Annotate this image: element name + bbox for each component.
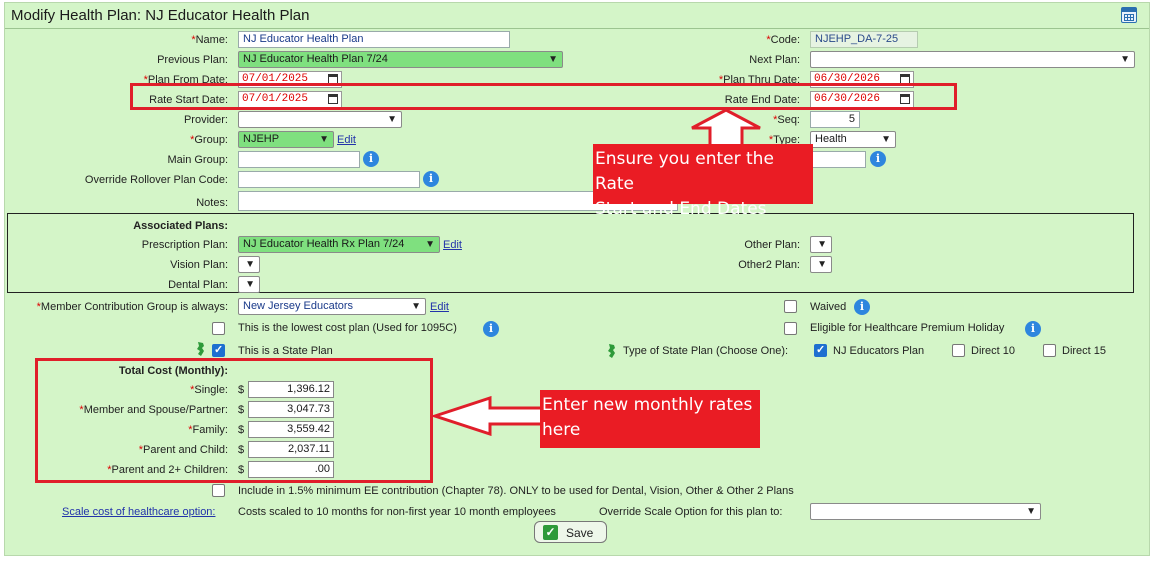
calendar-icon[interactable] [1121, 7, 1137, 23]
next-plan-label: Next Plan: [749, 54, 800, 66]
premium-holiday-checkbox[interactable] [784, 322, 797, 335]
override-rollover-label: Override Rollover Plan Code: [84, 174, 228, 186]
previous-plan-value: NJ Educator Health Plan 7/24 [243, 53, 388, 65]
nj-educators-checkbox[interactable] [814, 343, 827, 357]
member-contribution-value: New Jersey Educators [243, 300, 354, 312]
left-arrow-annotation [432, 396, 544, 436]
new-jersey-icon [608, 344, 615, 358]
main-group-label: Main Group: [167, 154, 228, 166]
waived-label: Waived [810, 301, 847, 313]
rate-callout-line2: Start and End Dates [595, 199, 767, 219]
main-group-input[interactable] [238, 151, 360, 168]
prescription-plan-value: NJ Educator Health Rx Plan 7/24 [243, 238, 405, 250]
nj-educators-label: NJ Educators Plan [833, 345, 925, 357]
info-icon[interactable]: i [854, 299, 870, 315]
min-ee-checkbox[interactable] [212, 484, 225, 497]
other2-plan-select[interactable]: ▼ [810, 256, 832, 273]
rate-callout-line1: Ensure you enter the Rate [595, 149, 774, 194]
prescription-plan-select[interactable]: NJ Educator Health Rx Plan 7/24 ▼ [238, 236, 440, 253]
chevron-down-icon: ▼ [245, 279, 255, 290]
chevron-down-icon: ▼ [319, 134, 329, 145]
group-label: *Group: [190, 134, 228, 146]
info-icon[interactable]: i [363, 151, 379, 167]
save-button[interactable]: ✓ Save [534, 521, 607, 543]
dental-plan-label: Dental Plan: [168, 279, 228, 291]
new-jersey-icon [197, 342, 204, 356]
previous-plan-label: Previous Plan: [157, 54, 228, 66]
prescription-edit-link[interactable]: Edit [443, 239, 462, 251]
chevron-down-icon: ▼ [817, 239, 827, 250]
seq-input[interactable]: 5 [810, 111, 860, 128]
override-scale-select[interactable]: ▼ [810, 503, 1041, 520]
vision-plan-select[interactable]: ▼ [238, 256, 260, 273]
other-plan-select[interactable]: ▼ [810, 236, 832, 253]
scale-cost-link[interactable]: Scale cost of healthcare option: [62, 506, 215, 518]
monthly-rates-callout: Enter new monthly rates here [540, 390, 760, 448]
type-value: Health [815, 133, 847, 145]
provider-select[interactable]: ▼ [238, 111, 402, 128]
state-plan-label: This is a State Plan [238, 345, 333, 357]
provider-label: Provider: [183, 114, 228, 126]
name-label: *Name: [191, 34, 228, 46]
chevron-down-icon: ▼ [817, 259, 827, 270]
title-bar: Modify Health Plan: NJ Educator Health P… [5, 3, 1149, 29]
group-edit-link[interactable]: Edit [337, 134, 356, 146]
code-label: *Code: [766, 34, 800, 46]
save-button-label: Save [566, 526, 594, 540]
hidden-field-input[interactable] [810, 151, 866, 168]
chevron-down-icon: ▼ [411, 301, 421, 312]
min-ee-label: Include in 1.5% minimum EE contribution … [238, 485, 794, 497]
info-icon[interactable]: i [1025, 321, 1041, 337]
member-contribution-edit-link[interactable]: Edit [430, 301, 449, 313]
prescription-plan-label: Prescription Plan: [141, 239, 228, 251]
member-contribution-label: *Member Contribution Group is always: [36, 301, 228, 313]
code-field[interactable]: NJEHP_DA-7-25 [810, 31, 918, 48]
group-value: NJEHP [243, 133, 280, 145]
rate-dates-callout: Ensure you enter the Rate Start and End … [593, 144, 813, 219]
other-plan-label: Other Plan: [744, 239, 800, 251]
other2-plan-label: Other2 Plan: [738, 259, 800, 271]
override-rollover-input[interactable] [238, 171, 420, 188]
next-plan-select[interactable]: ▼ [810, 51, 1135, 68]
waived-checkbox[interactable] [784, 300, 797, 313]
chevron-down-icon: ▼ [245, 259, 255, 270]
checkmark-icon: ✓ [543, 525, 558, 540]
premium-holiday-label: Eligible for Healthcare Premium Holiday [810, 322, 1005, 334]
previous-plan-select[interactable]: NJ Educator Health Plan 7/24 ▼ [238, 51, 563, 68]
member-contribution-select[interactable]: New Jersey Educators ▼ [238, 298, 426, 315]
chevron-down-icon: ▼ [548, 54, 558, 65]
direct15-label: Direct 15 [1062, 345, 1107, 357]
info-icon[interactable]: i [483, 321, 499, 337]
info-icon[interactable]: i [423, 171, 439, 187]
dental-plan-select[interactable]: ▼ [238, 276, 260, 293]
vision-plan-label: Vision Plan: [170, 259, 228, 271]
override-scale-label: Override Scale Option for this plan to: [599, 506, 783, 518]
notes-label: Notes: [196, 197, 228, 209]
chevron-down-icon: ▼ [1026, 506, 1036, 517]
direct10-label: Direct 10 [971, 345, 1016, 357]
associated-plans-heading: Associated Plans: [133, 220, 228, 232]
lowest-cost-label: This is the lowest cost plan (Used for 1… [238, 322, 457, 334]
chevron-down-icon: ▼ [387, 114, 397, 125]
page-title: Modify Health Plan: NJ Educator Health P… [11, 7, 310, 24]
cost-callout-line2: here [542, 420, 581, 440]
chevron-down-icon: ▼ [881, 134, 891, 145]
lowest-cost-checkbox[interactable] [212, 322, 225, 335]
scale-cost-text: Costs scaled to 10 months for non-first … [238, 506, 556, 518]
group-select[interactable]: NJEHP ▼ [238, 131, 334, 148]
direct10-checkbox[interactable] [952, 344, 965, 357]
cost-callout-line1: Enter new monthly rates [542, 395, 753, 415]
type-select[interactable]: Health ▼ [810, 131, 896, 148]
state-plan-type-label: Type of State Plan (Choose One): [623, 345, 789, 357]
chevron-down-icon: ▼ [425, 239, 435, 250]
rate-dates-highlight [130, 83, 957, 110]
chevron-down-icon: ▼ [1120, 54, 1130, 65]
cost-highlight [35, 358, 433, 483]
info-icon[interactable]: i [870, 151, 886, 167]
direct15-checkbox[interactable] [1043, 344, 1056, 357]
name-input[interactable]: NJ Educator Health Plan [238, 31, 510, 48]
state-plan-checkbox[interactable] [212, 343, 225, 357]
